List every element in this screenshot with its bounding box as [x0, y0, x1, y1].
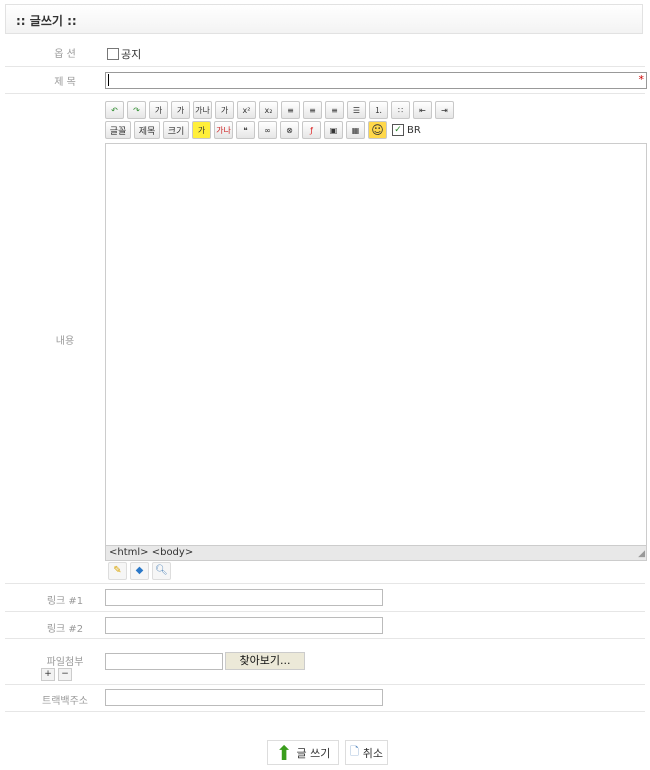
preview-icon[interactable]: 🔍︎	[152, 562, 171, 580]
font-color-icon[interactable]: 가나	[214, 121, 233, 139]
strikethrough-icon[interactable]: 가나	[193, 101, 212, 119]
unlink-icon[interactable]: ⊗	[280, 121, 299, 139]
undo-icon[interactable]: ↶	[105, 101, 124, 119]
row-option: 옵 션 공지	[5, 38, 645, 67]
row-link1: 링크 #1	[5, 584, 645, 612]
editor-toolbar-row2: 글꼴 제목 크기 가 가나 ❝ ∞ ⊗ ƒ ▣ ▦ ☺ ✓ BR	[105, 121, 421, 139]
ordered-list-icon[interactable]: ⒈	[369, 101, 388, 119]
resize-handle[interactable]: ◢	[638, 549, 645, 559]
browse-button[interactable]: 찾아보기...	[225, 652, 305, 670]
image-icon[interactable]: ▣	[324, 121, 343, 139]
table-icon[interactable]: ▦	[346, 121, 365, 139]
page-title: :: 글쓰기 ::	[16, 14, 77, 28]
unordered-list-icon[interactable]: ∷	[391, 101, 410, 119]
br-checkbox-label[interactable]: ✓ BR	[392, 121, 421, 139]
br-checkbox[interactable]: ✓	[392, 124, 404, 136]
notice-checkbox-label[interactable]: 공지	[107, 46, 141, 62]
superscript-icon[interactable]: x²	[237, 101, 256, 119]
subscript-icon[interactable]: x₂	[259, 101, 278, 119]
notice-checkbox[interactable]	[107, 48, 119, 60]
bold-icon[interactable]: 가	[149, 101, 168, 119]
row-subject: 제 목 *	[5, 67, 647, 94]
flash-icon[interactable]: ƒ	[302, 121, 321, 139]
submit-label: 글 쓰기	[296, 746, 331, 760]
editor-toolbar-row1: ↶ ↷ 가 가 가나 가 x² x₂ ≡ ≡ ≡ ☰ ⒈ ∷ ⇤ ⇥	[105, 101, 454, 119]
editor-mode-buttons: ✎ ◆ 🔍︎	[108, 562, 171, 580]
remove-file-button[interactable]: −	[58, 668, 72, 681]
document-icon: 🗋	[349, 745, 359, 758]
size-button[interactable]: 크기	[163, 121, 189, 139]
underline-icon[interactable]: 가	[171, 101, 190, 119]
align-center-icon[interactable]: ≡	[303, 101, 322, 119]
file-input[interactable]	[105, 653, 223, 670]
quote-icon[interactable]: ❝	[236, 121, 255, 139]
submit-button[interactable]: ⬆ 글 쓰기	[267, 740, 339, 765]
trackback-input[interactable]	[105, 689, 383, 706]
outdent-icon[interactable]: ⇤	[413, 101, 432, 119]
align-right-icon[interactable]: ≡	[325, 101, 344, 119]
link1-input[interactable]	[105, 589, 383, 606]
redo-icon[interactable]: ↷	[127, 101, 146, 119]
pencil-icon[interactable]: ✎	[108, 562, 127, 580]
add-file-button[interactable]: +	[41, 668, 55, 681]
br-text: BR	[407, 124, 421, 136]
indent-icon[interactable]: ⇥	[435, 101, 454, 119]
editor-area[interactable]: <html> <body> ◢	[105, 143, 647, 561]
highlight-icon[interactable]: 가	[192, 121, 211, 139]
row-file: 파일첨부 + − 찾아보기...	[5, 639, 645, 685]
editor-status-path: <html> <body>	[106, 545, 646, 560]
italic-icon[interactable]: 가	[215, 101, 234, 119]
emoticon-icon[interactable]: ☺	[368, 121, 387, 139]
link-icon[interactable]: ∞	[258, 121, 277, 139]
align-justify-icon[interactable]: ☰	[347, 101, 366, 119]
required-mark: *	[638, 73, 645, 86]
cancel-label: 취소	[362, 746, 384, 760]
row-link2: 링크 #2	[5, 612, 645, 639]
align-left-icon[interactable]: ≡	[281, 101, 300, 119]
notice-text: 공지	[121, 48, 142, 61]
font-button[interactable]: 글꼴	[105, 121, 131, 139]
heading-button[interactable]: 제목	[134, 121, 160, 139]
row-trackback: 트랙백주소	[5, 685, 645, 712]
arrow-up-icon: ⬆	[275, 740, 293, 765]
cancel-button[interactable]: 🗋 취소	[345, 740, 388, 765]
html-source-icon[interactable]: ◆	[130, 562, 149, 580]
link2-input[interactable]	[105, 617, 383, 634]
subject-input[interactable]: *	[105, 72, 647, 89]
form-header: :: 글쓰기 ::	[5, 4, 643, 34]
